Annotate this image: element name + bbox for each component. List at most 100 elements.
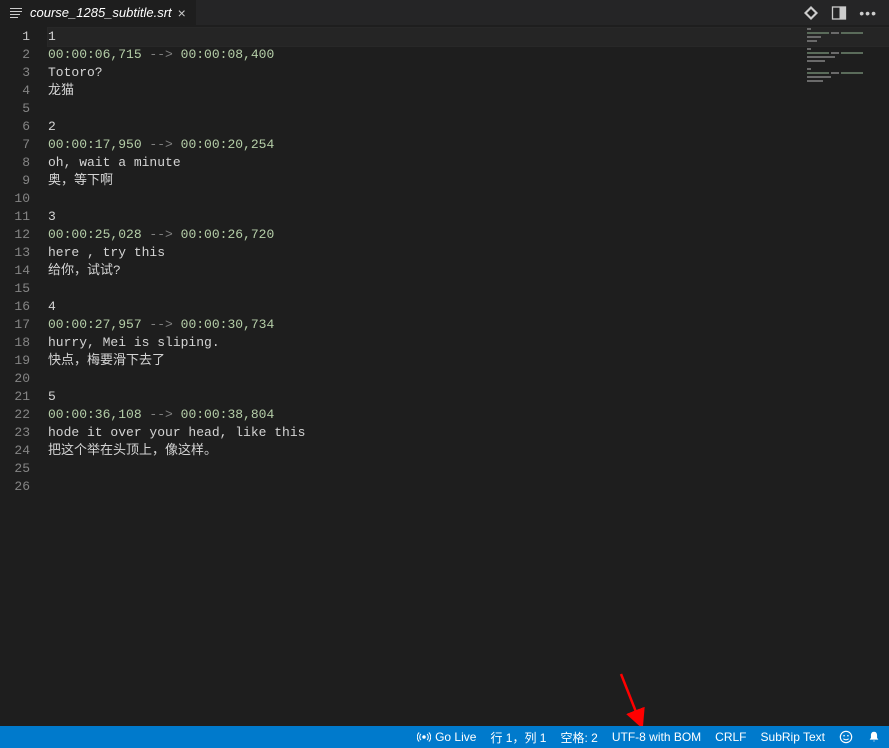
line-number-gutter: 1234567891011121314151617181920212223242… [0, 26, 48, 726]
code-token: 3 [48, 209, 56, 224]
code-line[interactable]: 1 [48, 28, 889, 46]
line-number: 2 [0, 46, 30, 64]
code-line[interactable]: 龙猫 [48, 82, 889, 100]
line-number: 10 [0, 190, 30, 208]
cursor-position[interactable]: 行 1，列 1 [490, 729, 546, 746]
line-number: 1 [0, 28, 30, 46]
code-token: 00:00:26,720 [181, 227, 275, 242]
code-line[interactable]: Totoro? [48, 64, 889, 82]
line-number: 6 [0, 118, 30, 136]
line-number: 9 [0, 172, 30, 190]
code-line[interactable]: 00:00:06,715 --> 00:00:08,400 [48, 46, 889, 64]
code-token: 00:00:38,804 [181, 407, 275, 422]
line-number: 19 [0, 352, 30, 370]
code-line[interactable]: 5 [48, 388, 889, 406]
code-token: 00:00:30,734 [181, 317, 275, 332]
code-line[interactable]: oh, wait a minute [48, 154, 889, 172]
code-token: 奥，等下啊 [48, 173, 113, 188]
line-number: 20 [0, 370, 30, 388]
code-token: 00:00:08,400 [181, 47, 275, 62]
code-token: 给你，试试? [48, 263, 121, 278]
code-token: hode it over your head, like this [48, 425, 305, 440]
code-line[interactable] [48, 478, 889, 496]
line-number: 21 [0, 388, 30, 406]
go-live-label: Go Live [435, 730, 476, 744]
code-line[interactable] [48, 370, 889, 388]
code-line[interactable] [48, 190, 889, 208]
code-line[interactable]: hode it over your head, like this [48, 424, 889, 442]
status-bar: Go Live 行 1，列 1 空格: 2 UTF-8 with BOM CRL… [0, 726, 889, 748]
line-number: 24 [0, 442, 30, 460]
code-token: --> [142, 47, 181, 62]
code-token: --> [142, 227, 181, 242]
eol-selector[interactable]: CRLF [715, 730, 746, 744]
feedback-smiley-icon[interactable] [839, 730, 853, 744]
line-number: 25 [0, 460, 30, 478]
tab-title: course_1285_subtitle.srt [30, 5, 172, 20]
line-number: 15 [0, 280, 30, 298]
code-line[interactable]: 00:00:36,108 --> 00:00:38,804 [48, 406, 889, 424]
language-mode[interactable]: SubRip Text [761, 730, 825, 744]
code-token: 00:00:06,715 [48, 47, 142, 62]
code-token: 把这个举在头顶上，像这样。 [48, 443, 217, 458]
line-number: 18 [0, 334, 30, 352]
line-number: 3 [0, 64, 30, 82]
more-actions-icon[interactable]: ••• [859, 5, 877, 21]
code-token: 00:00:36,108 [48, 407, 142, 422]
line-number: 17 [0, 316, 30, 334]
go-live-button[interactable]: Go Live [417, 730, 476, 744]
encoding-selector[interactable]: UTF-8 with BOM [612, 730, 701, 744]
notifications-bell-icon[interactable] [867, 730, 881, 744]
code-token: --> [142, 137, 181, 152]
code-token: 00:00:20,254 [181, 137, 275, 152]
code-token: here , try this [48, 245, 165, 260]
line-number: 14 [0, 262, 30, 280]
editor[interactable]: 1234567891011121314151617181920212223242… [0, 26, 889, 726]
code-line[interactable]: 2 [48, 118, 889, 136]
code-token: hurry, Mei is sliping. [48, 335, 220, 350]
code-token: 4 [48, 299, 56, 314]
line-number: 5 [0, 100, 30, 118]
code-token: 快点，梅要滑下去了 [48, 353, 165, 368]
close-icon[interactable]: × [178, 5, 186, 21]
code-token: 00:00:25,028 [48, 227, 142, 242]
code-token: 00:00:27,957 [48, 317, 142, 332]
code-token: 2 [48, 119, 56, 134]
code-token: 龙猫 [48, 83, 74, 98]
code-line[interactable] [48, 280, 889, 298]
line-number: 26 [0, 478, 30, 496]
code-line[interactable]: 3 [48, 208, 889, 226]
editor-actions: ••• [803, 5, 889, 21]
code-line[interactable]: 给你，试试? [48, 262, 889, 280]
line-number: 4 [0, 82, 30, 100]
code-line[interactable]: 把这个举在头顶上，像这样。 [48, 442, 889, 460]
code-line[interactable] [48, 460, 889, 478]
code-line[interactable]: hurry, Mei is sliping. [48, 334, 889, 352]
code-line[interactable] [48, 100, 889, 118]
code-token: --> [142, 317, 181, 332]
tab-active[interactable]: course_1285_subtitle.srt × [0, 0, 196, 25]
file-lines-icon [10, 6, 24, 20]
code-line[interactable]: 快点，梅要滑下去了 [48, 352, 889, 370]
line-number: 16 [0, 298, 30, 316]
code-token: Totoro? [48, 65, 103, 80]
line-number: 13 [0, 244, 30, 262]
indent-spaces[interactable]: 空格: 2 [560, 729, 597, 746]
line-number: 22 [0, 406, 30, 424]
code-area[interactable]: 100:00:06,715 --> 00:00:08,400Totoro?龙猫2… [48, 26, 889, 726]
code-line[interactable]: 4 [48, 298, 889, 316]
code-token: --> [142, 407, 181, 422]
code-line[interactable]: 00:00:27,957 --> 00:00:30,734 [48, 316, 889, 334]
source-control-diff-icon[interactable] [803, 5, 819, 21]
line-number: 23 [0, 424, 30, 442]
code-line[interactable]: 00:00:17,950 --> 00:00:20,254 [48, 136, 889, 154]
tab-bar: course_1285_subtitle.srt × ••• [0, 0, 889, 26]
broadcast-icon [417, 730, 431, 744]
code-line[interactable]: 奥，等下啊 [48, 172, 889, 190]
line-number: 11 [0, 208, 30, 226]
code-line[interactable]: 00:00:25,028 --> 00:00:26,720 [48, 226, 889, 244]
code-line[interactable]: here , try this [48, 244, 889, 262]
split-editor-icon[interactable] [831, 5, 847, 21]
code-token: oh, wait a minute [48, 155, 181, 170]
line-number: 8 [0, 154, 30, 172]
